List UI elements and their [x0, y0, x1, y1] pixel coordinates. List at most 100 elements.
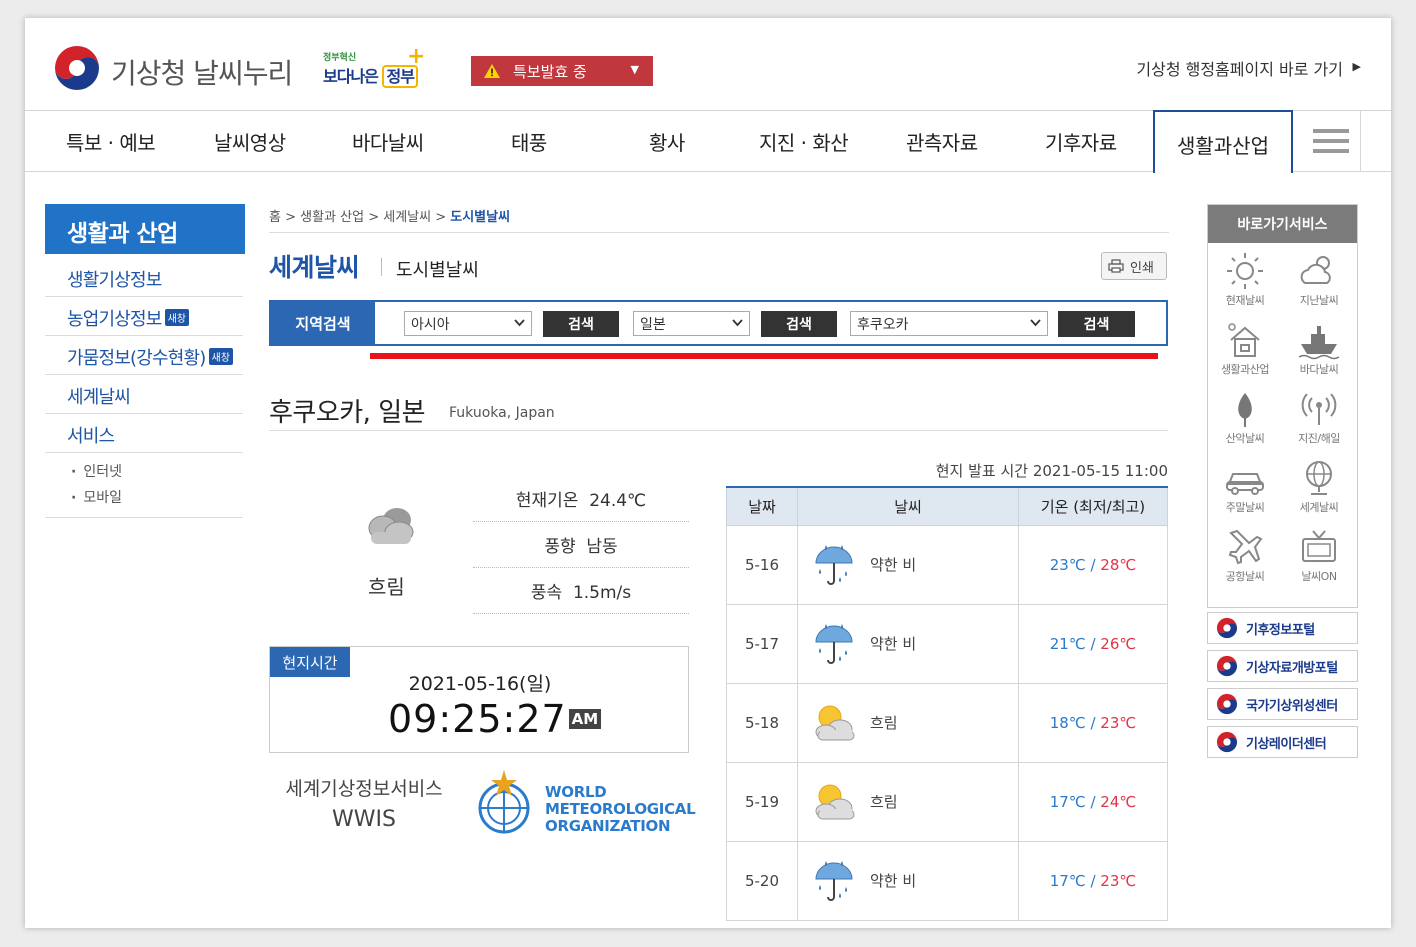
header-temp: 기온 (최저/최고)	[1018, 486, 1168, 526]
forecast-date: 5-16	[726, 524, 798, 605]
wmo-emblem-icon[interactable]	[469, 768, 539, 838]
nav-earthquake[interactable]: 지진 · 화산	[759, 127, 849, 156]
quick-item-past-weather[interactable]: 지난날씨	[1282, 247, 1356, 316]
sidebar-item-life-weather[interactable]: 생활기상정보	[45, 258, 243, 297]
nav-life-industry[interactable]: 생활과산업	[1153, 110, 1293, 173]
triangle-down-icon: ▼	[630, 63, 639, 76]
page-subtitle: 도시별날씨	[396, 260, 479, 281]
temp-min: 21℃	[1049, 634, 1086, 653]
quick-item-label: 지진/해일	[1298, 432, 1340, 445]
forecast-date: 5-19	[726, 761, 798, 842]
wmo-line-3: ORGANIZATION	[545, 817, 671, 835]
quick-item-label: 바다날씨	[1299, 363, 1339, 376]
wwis-label-ko: 세계기상정보서비스	[285, 778, 443, 800]
sidebar-item-label: 가뭄정보(강수현황)	[67, 348, 206, 369]
table-row: 5-18 흐림 18℃ / 23℃	[726, 682, 1168, 763]
browser-page: 기상청 날씨누리 정부혁신 보다나은 정부 + 특보발효 중 ▼ 기상청 행정홈…	[25, 18, 1391, 928]
region-search-button[interactable]: 검색	[543, 311, 619, 337]
nav-typhoon[interactable]: 태풍	[511, 127, 547, 156]
forecast-date: 5-20	[726, 840, 798, 921]
alert-dropdown-button[interactable]: 특보발효 중 ▼	[471, 56, 653, 86]
quick-item-weather-on[interactable]: 날씨ON	[1282, 523, 1356, 592]
forecast-date: 5-18	[726, 682, 798, 763]
local-clock-value: 09:25:27	[388, 697, 567, 741]
wmo-text[interactable]: WORLD METEOROLOGICAL ORGANIZATION	[545, 784, 696, 835]
forecast-temp: 21℃ / 26℃	[1018, 603, 1168, 684]
sidebar-sub-mobile[interactable]: 모바일	[71, 485, 243, 511]
country-search-button[interactable]: 검색	[761, 311, 837, 337]
portal-radar-center[interactable]: 기상레이더센터	[1207, 726, 1358, 758]
breadcrumb-home[interactable]: 홈	[269, 210, 281, 225]
breadcrumb-level2[interactable]: 세계날씨	[383, 210, 431, 225]
printer-icon	[1108, 259, 1124, 273]
country-select[interactable]: 일본	[633, 311, 750, 336]
portal-open-data[interactable]: 기상자료개방포털	[1207, 650, 1358, 682]
city-title-en: Fukuoka, Japan	[449, 405, 555, 421]
forecast-weather-label: 흐림	[870, 793, 898, 811]
site-logo-text[interactable]: 기상청 날씨누리	[111, 52, 293, 92]
temp-sep: /	[1085, 871, 1101, 890]
forecast-weather-label: 약한 비	[870, 556, 917, 574]
sun-cloud-icon	[815, 705, 855, 740]
temp-min: 23℃	[1049, 555, 1086, 574]
breadcrumb-divider	[269, 232, 1169, 233]
portal-satellite-center[interactable]: 국가기상위성센터	[1207, 688, 1358, 720]
sidebar-item-agriculture[interactable]: 농업기상정보 새창	[45, 297, 243, 336]
wind-speed-row: 풍속 1.5m/s	[473, 568, 689, 614]
city-search-button[interactable]: 검색	[1058, 311, 1135, 337]
nav-climate[interactable]: 기후자료	[1045, 127, 1117, 156]
cloudy-icon	[368, 508, 414, 544]
city-divider	[269, 430, 1168, 431]
temp-max: 23℃	[1100, 871, 1137, 890]
breadcrumb: 홈 > 생활과 산업 > 세계날씨 > 도시별날씨	[269, 210, 511, 225]
table-row: 5-17 약한 비 21℃ / 26℃	[726, 603, 1168, 684]
nav-forecast[interactable]: 특보 · 예보	[66, 127, 156, 156]
kma-emblem-icon	[1216, 731, 1238, 753]
temp-max: 23℃	[1100, 713, 1137, 732]
wwis-link[interactable]: 세계기상정보서비스 WWIS	[279, 774, 449, 832]
sidebar-item-world-weather[interactable]: 세계날씨	[45, 375, 243, 414]
table-row: 5-16 약한 비 23℃ / 28℃	[726, 524, 1168, 605]
ampm-badge: AM	[568, 709, 602, 729]
sidebar-item-drought[interactable]: 가뭄정보(강수현황) 새창	[45, 336, 243, 375]
menu-icon[interactable]	[1313, 129, 1349, 155]
portal-climate-info[interactable]: 기후정보포털	[1207, 612, 1358, 644]
city-select-value: 후쿠오카	[857, 317, 909, 333]
quick-item-current-weather[interactable]: 현재날씨	[1208, 247, 1282, 316]
local-time-box: 현지시간 2021-05-16(일) 09:25:27 AM	[269, 646, 689, 753]
quick-item-weekend[interactable]: 주말날씨	[1208, 454, 1282, 523]
quick-item-earthquake[interactable]: 지진/해일	[1282, 385, 1356, 454]
quick-item-marine[interactable]: 바다날씨	[1282, 316, 1356, 385]
forecast-temp: 23℃ / 28℃	[1018, 524, 1168, 605]
nav-weather-video[interactable]: 날씨영상	[214, 127, 286, 156]
temp-min: 17℃	[1049, 792, 1086, 811]
city-select[interactable]: 후쿠오카	[850, 311, 1048, 336]
forecast-temp: 18℃ / 23℃	[1018, 682, 1168, 763]
temp-max: 28℃	[1100, 555, 1137, 574]
temp-sep: /	[1085, 713, 1101, 732]
admin-homepage-link[interactable]: 기상청 행정홈페이지 바로 가기	[1136, 56, 1343, 80]
nav-observation[interactable]: 관측자료	[906, 127, 978, 156]
print-button[interactable]: 인쇄	[1101, 252, 1167, 280]
wind-direction-row: 풍향 남동	[473, 522, 689, 568]
forecast-temp: 17℃ / 24℃	[1018, 761, 1168, 842]
sidebar-sub-internet[interactable]: 인터넷	[71, 459, 243, 485]
breadcrumb-level1[interactable]: 생활과 산업	[300, 210, 364, 225]
region-select[interactable]: 아시아	[404, 311, 532, 336]
sidebar-menu: 생활기상정보 농업기상정보새창 가뭄정보(강수현황)새창 세계날씨 서비스 인터…	[45, 258, 243, 518]
quick-item-world[interactable]: 세계날씨	[1282, 454, 1356, 523]
nav-yellow-dust[interactable]: 황사	[649, 127, 685, 156]
gov-innovation-badge[interactable]: 정부혁신 보다나은 정부 +	[323, 44, 433, 94]
kma-emblem-icon[interactable]	[53, 44, 101, 92]
nav-marine[interactable]: 바다날씨	[352, 127, 424, 156]
forecast-date: 5-17	[726, 603, 798, 684]
quick-item-mountain[interactable]: 산악날씨	[1208, 385, 1282, 454]
quick-service-panel: 바로가기서비스 현재날씨 지난날씨 생활과산업 바다날씨 산악날씨 지진/해일 …	[1207, 204, 1358, 608]
sidebar-item-service[interactable]: 서비스	[45, 414, 243, 453]
portal-label: 기상자료개방포털	[1246, 660, 1338, 676]
alert-label: 특보발효 중	[513, 62, 587, 81]
quick-item-airport[interactable]: 공항날씨	[1208, 523, 1282, 592]
quick-item-life-industry[interactable]: 생활과산업	[1208, 316, 1282, 385]
forecast-weather: 약한 비	[797, 840, 1019, 921]
kma-emblem-icon	[1216, 617, 1238, 639]
